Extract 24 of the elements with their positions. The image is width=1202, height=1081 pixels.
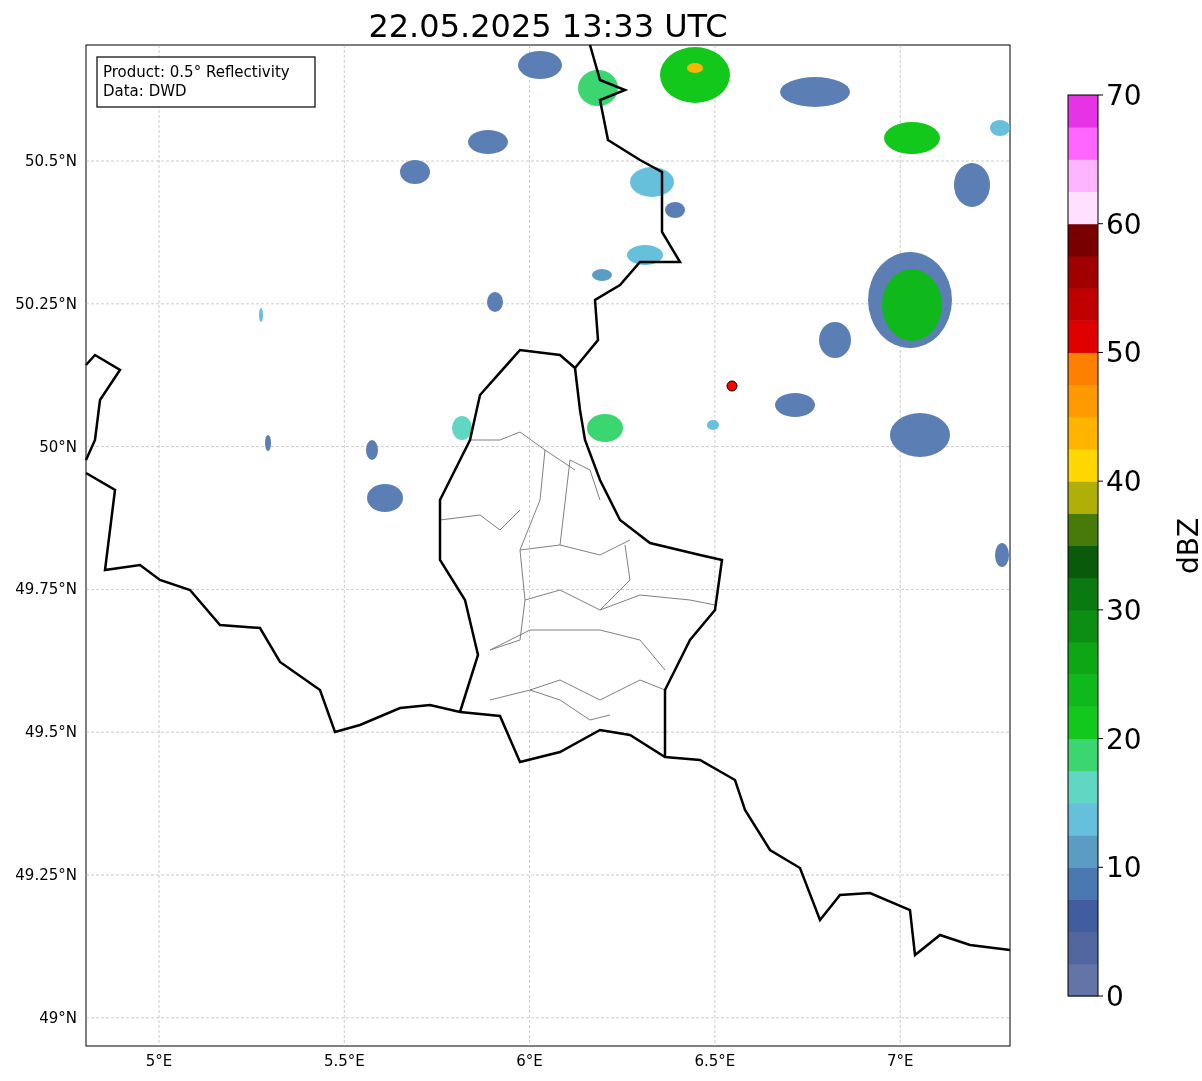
legend-text: Data: DWD	[103, 82, 187, 100]
latitude-label: 50°N	[39, 437, 77, 456]
latitude-label: 49.5°N	[24, 723, 77, 742]
colorbar-tick-label: 30	[1106, 593, 1142, 627]
chart-title: 22.05.2025 13:33 UTC	[368, 7, 728, 45]
colorbar-label: dBZ	[1172, 517, 1202, 575]
latitude-label: 49.75°N	[15, 580, 77, 599]
longitude-label: 6°E	[516, 1052, 543, 1070]
colorbar-tick-label: 0	[1106, 980, 1124, 1013]
longitude-label: 5.5°E	[323, 1052, 365, 1070]
latitude-label: 50.25°N	[15, 294, 77, 313]
latitude-label: 49.25°N	[15, 866, 77, 884]
longitude-label: 5°E	[145, 1052, 173, 1070]
legend-text: Product: 0.5° Reflectivity	[103, 63, 290, 81]
colorbar-tick-label: 10	[1106, 851, 1142, 885]
longitude-label: 7°E	[886, 1052, 914, 1070]
colorbar-tick-label: 50	[1106, 336, 1142, 370]
latitude-label: 50.5°N	[24, 152, 77, 170]
colorbar-tick-label: 20	[1106, 722, 1142, 756]
colorbar-tick-label: 40	[1106, 465, 1142, 499]
colorbar-tick-label: 70	[1106, 79, 1142, 112]
longitude-label: 6.5°E	[694, 1052, 736, 1070]
latitude-label: 49°N	[39, 1008, 77, 1027]
colorbar-tick-label: 60	[1106, 207, 1142, 241]
